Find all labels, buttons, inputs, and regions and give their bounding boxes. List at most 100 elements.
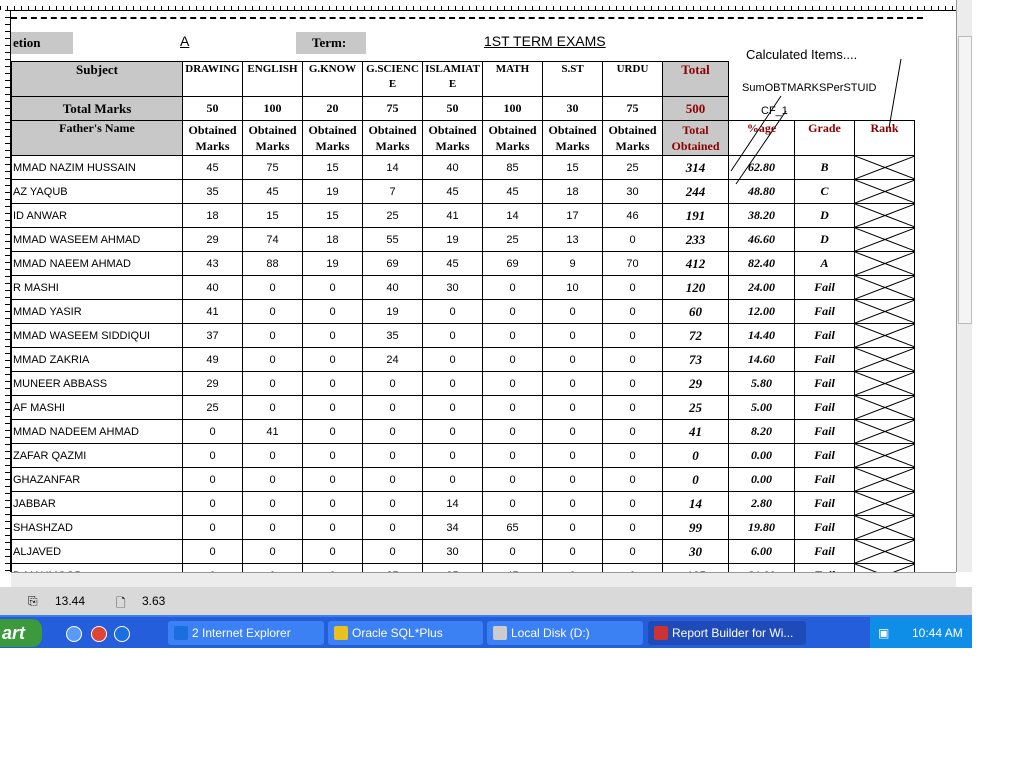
obtained-mark[interactable]: 34 [422,515,483,540]
obtained-mark[interactable]: 0 [362,371,423,396]
father-name[interactable]: MMAD WASEEM AHMAD [11,227,183,252]
grade[interactable]: Fail [794,563,855,572]
grade[interactable]: D [794,227,855,252]
total-obtained[interactable]: 30 [662,539,729,564]
total-marks-label[interactable]: Total Marks [11,96,183,121]
obtained-mark[interactable]: 0 [242,299,303,324]
obtained-mark[interactable]: 0 [482,323,543,348]
father-name[interactable]: R MASHI [11,275,183,300]
obtained-mark[interactable]: 37 [182,323,243,348]
percentage[interactable]: 21.00 [728,563,795,572]
obtained-mark[interactable]: 75 [242,155,303,180]
total-obtained[interactable]: 191 [662,203,729,228]
percentage[interactable]: 8.20 [728,419,795,444]
father-name[interactable]: JABBAR [11,491,183,516]
grade[interactable]: Fail [794,299,855,324]
father-name[interactable]: GHAZANFAR [11,467,183,492]
obtained-mark[interactable]: 45 [422,251,483,276]
obtained-mark[interactable]: 45 [482,563,543,572]
obtained-mark[interactable]: 45 [242,179,303,204]
obtained-mark[interactable]: 0 [302,515,363,540]
obtained-mark[interactable]: 0 [302,491,363,516]
term-value[interactable]: 1ST TERM EXAMS [484,33,606,49]
obtained-mark[interactable]: 0 [542,371,603,396]
obtained-mark[interactable]: 0 [182,539,243,564]
grade[interactable]: Fail [794,395,855,420]
obtained-mark[interactable]: 0 [302,347,363,372]
father-name[interactable]: ZAFAR QAZMI [11,443,183,468]
obtained-mark[interactable]: 10 [542,275,603,300]
total-obtained[interactable]: 105 [662,563,729,572]
obtained-mark[interactable]: 0 [242,515,303,540]
percentage[interactable]: 24.00 [728,275,795,300]
father-name[interactable]: ALJAVED [11,539,183,564]
obtained-mark[interactable]: 0 [302,371,363,396]
obtained-mark[interactable]: 45 [182,155,243,180]
father-name[interactable]: D MAHMOOD [11,563,183,572]
obtained-mark[interactable]: 0 [302,299,363,324]
rank-placeholder[interactable] [854,323,915,348]
grand-total[interactable]: 500 [662,96,729,121]
total-obtained[interactable]: 73 [662,347,729,372]
obtained-mark[interactable]: 85 [482,155,543,180]
subject-name[interactable]: G.KNOW [302,61,363,97]
obtained-mark[interactable]: 0 [542,419,603,444]
obtained-mark[interactable]: 0 [302,275,363,300]
total-obtained[interactable]: 314 [662,155,729,180]
obtained-mark[interactable]: 0 [242,347,303,372]
obtained-marks-header[interactable]: Obtained Marks [182,120,243,156]
obtained-mark[interactable]: 30 [422,539,483,564]
obtained-mark[interactable]: 18 [302,227,363,252]
obtained-mark[interactable]: 70 [602,251,663,276]
obtained-mark[interactable]: 0 [602,299,663,324]
obtained-mark[interactable]: 15 [302,155,363,180]
percentage[interactable]: 46.60 [728,227,795,252]
percentage[interactable]: 12.00 [728,299,795,324]
obtained-mark[interactable]: 0 [542,515,603,540]
obtained-marks-header[interactable]: Obtained Marks [602,120,663,156]
father-name[interactable]: MUNEER ABBASS [11,371,183,396]
obtained-mark[interactable]: 0 [362,395,423,420]
percentage[interactable]: 0.00 [728,467,795,492]
obtained-mark[interactable]: 0 [302,395,363,420]
obtained-mark[interactable]: 19 [362,299,423,324]
obtained-mark[interactable]: 0 [482,395,543,420]
rank-header[interactable]: Rank [854,120,915,156]
obtained-mark[interactable]: 45 [482,179,543,204]
total-obtained[interactable]: 14 [662,491,729,516]
father-name[interactable]: AZ YAQUB [11,179,183,204]
obtained-mark[interactable]: 0 [422,299,483,324]
obtained-marks-header[interactable]: Obtained Marks [482,120,543,156]
obtained-mark[interactable]: 69 [482,251,543,276]
quick-launch-desktop-icon[interactable] [66,626,82,642]
obtained-mark[interactable]: 0 [422,371,483,396]
total-obtained[interactable]: 0 [662,443,729,468]
obtained-mark[interactable]: 19 [302,251,363,276]
obtained-mark[interactable]: 25 [482,227,543,252]
subject-name[interactable]: S.ST [542,61,603,97]
subject-total[interactable]: 100 [482,96,543,121]
obtained-mark[interactable]: 0 [602,347,663,372]
grade[interactable]: Fail [794,491,855,516]
rank-placeholder[interactable] [854,251,915,276]
obtained-mark[interactable]: 49 [182,347,243,372]
obtained-mark[interactable]: 69 [362,251,423,276]
obtained-mark[interactable]: 0 [602,275,663,300]
father-name[interactable]: MMAD NAZIM HUSSAIN [11,155,183,180]
obtained-mark[interactable]: 0 [542,467,603,492]
obtained-mark[interactable]: 15 [542,155,603,180]
subject-total[interactable]: 75 [602,96,663,121]
total-obtained[interactable]: 412 [662,251,729,276]
percentage[interactable]: 0.00 [728,443,795,468]
obtained-mark[interactable]: 30 [602,179,663,204]
obtained-mark[interactable]: 0 [482,419,543,444]
rank-placeholder[interactable] [854,227,915,252]
obtained-mark[interactable]: 0 [362,539,423,564]
obtained-mark[interactable]: 0 [182,491,243,516]
obtained-mark[interactable]: 0 [182,467,243,492]
obtained-marks-header[interactable]: Obtained Marks [302,120,363,156]
obtained-mark[interactable]: 7 [362,179,423,204]
obtained-mark[interactable]: 0 [542,323,603,348]
obtained-mark[interactable]: 0 [482,371,543,396]
total-obtained[interactable]: 60 [662,299,729,324]
